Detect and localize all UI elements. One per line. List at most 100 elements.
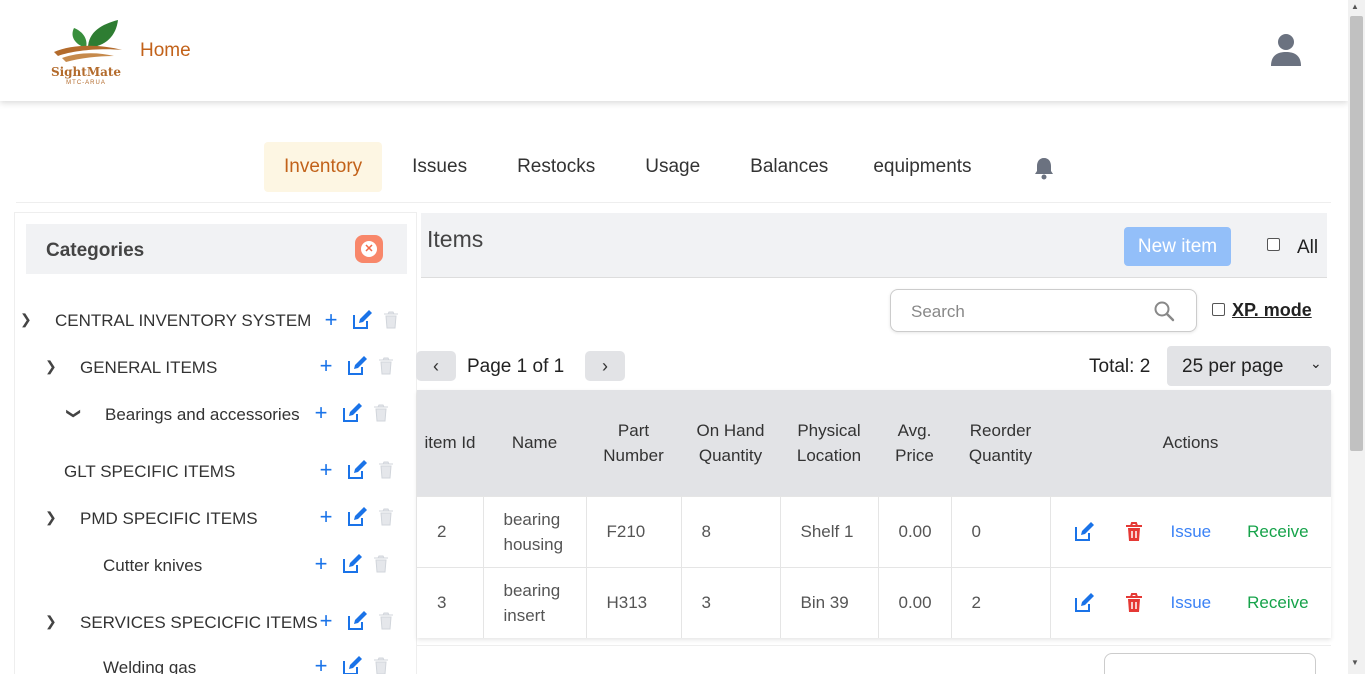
column-header[interactable]: Name <box>483 390 586 496</box>
edit-icon[interactable] <box>346 459 368 481</box>
main-tabs: Inventory Issues Restocks Usage Balances… <box>264 142 992 192</box>
cell-actions: Issue Receive <box>1050 495 1331 567</box>
category-actions: + <box>310 402 389 424</box>
trash-icon[interactable] <box>378 508 394 526</box>
items-header: Items New item All <box>421 213 1327 278</box>
chevron-right-icon[interactable]: ❯ <box>45 509 57 526</box>
receive-link[interactable]: Receive <box>1247 519 1308 544</box>
cell-part: H313 <box>586 566 682 638</box>
trash-icon[interactable] <box>378 461 394 479</box>
edit-icon[interactable] <box>346 355 368 377</box>
new-item-button[interactable]: New item <box>1124 227 1231 266</box>
column-header[interactable]: Avg. Price <box>878 390 951 496</box>
table-row[interactable]: 2 bearing housing F210 8 Shelf 1 0.00 0 … <box>417 495 1331 567</box>
tabs-divider <box>16 202 1331 203</box>
next-page-button[interactable]: › <box>585 351 625 381</box>
cell-name: bearing housing <box>483 495 587 567</box>
edit-icon[interactable] <box>341 655 363 674</box>
scroll-up-arrow-icon[interactable]: ▲ <box>1351 2 1359 11</box>
add-subcategory-icon[interactable]: + <box>310 553 332 575</box>
category-services-items[interactable]: SERVICES SPECICFIC ITEMS <box>80 613 318 633</box>
tab-usage[interactable]: Usage <box>625 142 720 192</box>
notification-bell-icon[interactable] <box>1033 156 1055 180</box>
trash-icon[interactable] <box>373 555 389 573</box>
add-subcategory-icon[interactable]: + <box>310 402 332 424</box>
category-central-inventory[interactable]: CENTRAL INVENTORY SYSTEM <box>55 311 311 331</box>
prev-page-button[interactable]: ‹ <box>416 351 456 381</box>
divider <box>417 645 1331 646</box>
chevron-right-icon[interactable]: ❯ <box>45 613 57 630</box>
trash-icon[interactable] <box>383 311 399 329</box>
column-header[interactable]: Physical Location <box>780 390 878 496</box>
edit-icon[interactable] <box>351 309 373 331</box>
chevron-down-icon[interactable]: ❯ <box>65 408 82 420</box>
column-header[interactable]: Reorder Quantity <box>951 390 1050 496</box>
issue-link[interactable]: Issue <box>1171 519 1212 544</box>
trash-icon[interactable] <box>373 657 389 674</box>
tab-inventory[interactable]: Inventory <box>264 142 383 192</box>
tab-restocks[interactable]: Restocks <box>497 142 615 192</box>
tab-balances[interactable]: Balances <box>730 142 848 192</box>
delete-icon[interactable] <box>1125 521 1143 542</box>
issue-link[interactable]: Issue <box>1171 590 1212 615</box>
cell-qty: 3 <box>681 566 781 638</box>
close-icon: ✕ <box>361 241 377 257</box>
category-actions: + <box>320 309 399 331</box>
user-avatar-icon[interactable] <box>1270 33 1302 67</box>
category-bearings[interactable]: Bearings and accessories <box>105 405 300 425</box>
categories-title: Categories <box>46 240 145 261</box>
receive-link[interactable]: Receive <box>1247 590 1308 615</box>
xp-mode-link[interactable]: XP. mode <box>1232 300 1312 321</box>
xp-mode-checkbox[interactable] <box>1212 303 1225 316</box>
sightmate-logo[interactable]: SightMate MTC-ARUA <box>44 18 128 88</box>
cell-reorder: 2 <box>951 566 1051 638</box>
category-welding-gas[interactable]: Welding gas <box>103 658 196 674</box>
bottom-control[interactable] <box>1104 653 1316 674</box>
all-checkbox[interactable] <box>1267 238 1280 251</box>
add-subcategory-icon[interactable]: + <box>315 506 337 528</box>
tab-issues[interactable]: Issues <box>392 142 487 192</box>
chevron-down-icon: ⌄ <box>1310 355 1322 371</box>
table-header-row: item Id Name Part Number On Hand Quantit… <box>417 390 1331 496</box>
chevron-right-icon[interactable]: ❯ <box>45 358 57 375</box>
edit-icon[interactable] <box>346 506 368 528</box>
trash-icon[interactable] <box>373 404 389 422</box>
edit-icon[interactable] <box>1073 521 1095 543</box>
per-page-select[interactable]: 25 per page ⌄ <box>1167 346 1331 386</box>
delete-icon[interactable] <box>1125 592 1143 613</box>
cell-part: F210 <box>586 495 682 567</box>
page-indicator: Page 1 of 1 <box>467 356 565 377</box>
trash-icon[interactable] <box>378 357 394 375</box>
home-link[interactable]: Home <box>140 40 191 62</box>
category-actions: + <box>315 610 394 632</box>
category-cutter-knives[interactable]: Cutter knives <box>103 556 202 576</box>
category-glt-items[interactable]: GLT SPECIFIC ITEMS <box>64 462 235 482</box>
chevron-right-icon[interactable]: ❯ <box>20 311 32 328</box>
category-pmd-items[interactable]: PMD SPECIFIC ITEMS <box>80 509 258 529</box>
table-row[interactable]: 3 bearing insert H313 3 Bin 39 0.00 2 Is… <box>417 566 1331 638</box>
close-categories-button[interactable]: ✕ <box>355 235 383 263</box>
edit-icon[interactable] <box>341 553 363 575</box>
cell-reorder: 0 <box>951 495 1051 567</box>
category-general-items[interactable]: GENERAL ITEMS <box>80 358 217 378</box>
edit-icon[interactable] <box>1073 592 1095 614</box>
column-header[interactable]: Part Number <box>586 390 681 496</box>
cell-name: bearing insert <box>483 566 587 638</box>
trash-icon[interactable] <box>378 612 394 630</box>
scroll-down-arrow-icon[interactable]: ▼ <box>1351 658 1359 667</box>
search-icon[interactable] <box>1153 300 1175 322</box>
add-subcategory-icon[interactable]: + <box>315 610 337 632</box>
column-header[interactable]: On Hand Quantity <box>681 390 780 496</box>
search-input[interactable]: Search <box>890 289 1197 332</box>
category-actions: + <box>315 459 394 481</box>
tab-equipments[interactable]: equipments <box>853 142 991 192</box>
add-subcategory-icon[interactable]: + <box>320 309 342 331</box>
edit-icon[interactable] <box>341 402 363 424</box>
add-subcategory-icon[interactable]: + <box>315 459 337 481</box>
column-header[interactable]: item Id <box>417 390 483 496</box>
add-subcategory-icon[interactable]: + <box>315 355 337 377</box>
scrollbar-thumb[interactable] <box>1350 16 1363 451</box>
edit-icon[interactable] <box>346 610 368 632</box>
column-header: Actions <box>1050 390 1331 496</box>
add-subcategory-icon[interactable]: + <box>310 655 332 674</box>
